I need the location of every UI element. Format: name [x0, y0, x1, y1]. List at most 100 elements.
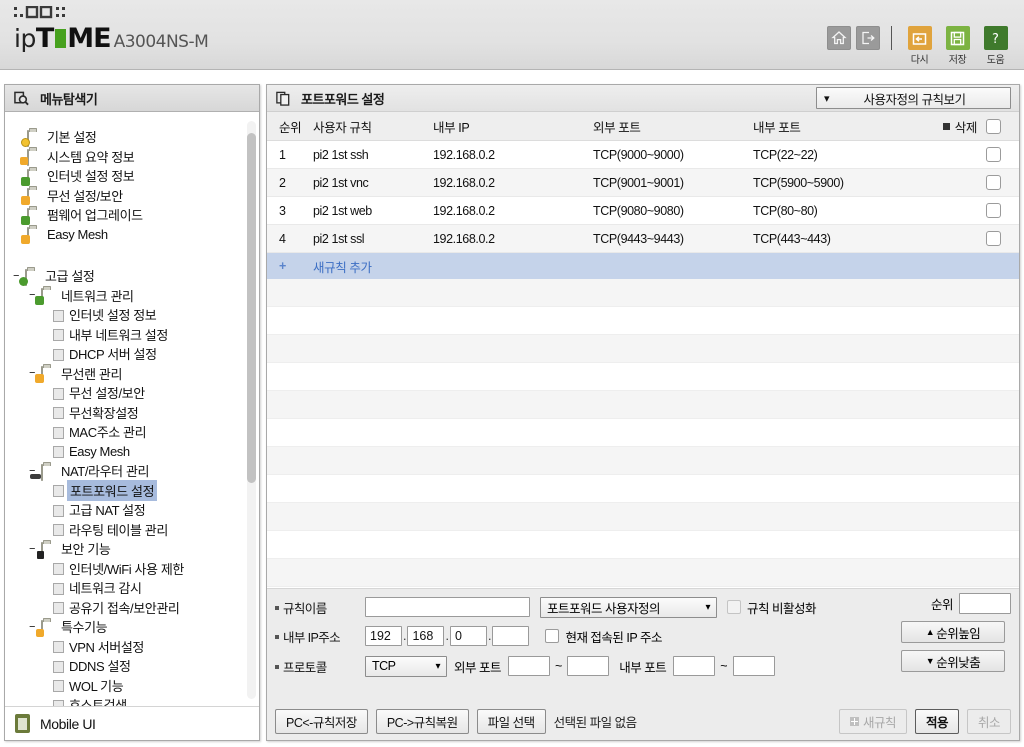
sidebar-item-wol[interactable]: WOL 기능 — [5, 676, 259, 696]
sidebar-scrollbar[interactable] — [247, 121, 256, 699]
cell-order: 4 — [279, 231, 286, 246]
table-row[interactable]: 2 pi2 1st vnc 192.168.0.2 TCP(9001~9001)… — [267, 169, 1019, 197]
sidebar-scrollbar-thumb[interactable] — [247, 133, 256, 483]
sidebar-item-routing-table[interactable]: 라우팅 테이블 관리 — [5, 520, 259, 540]
upload-icon — [21, 207, 42, 225]
sidebar-subgroup-wireless[interactable]: – 무선랜 관리 — [5, 364, 259, 384]
external-port-to[interactable] — [567, 656, 610, 676]
sidebar-subgroup-special[interactable]: – 특수기능 — [5, 617, 259, 637]
sidebar-item-vpn-server[interactable]: VPN 서버설정 — [5, 637, 259, 657]
sidebar-item-ddns[interactable]: DDNS 설정 — [5, 656, 259, 676]
table-row[interactable]: 4 pi2 1st ssl 192.168.0.2 TCP(9443~9443)… — [267, 225, 1019, 253]
internal-port-to[interactable] — [732, 656, 775, 676]
disable-rule-label: 규칙 비활성화 — [747, 601, 816, 616]
ip-octet-2[interactable] — [407, 626, 445, 646]
home-icon[interactable] — [827, 26, 851, 50]
internal-port-range-tilde: ~ — [720, 659, 728, 673]
sidebar-item-advanced-nat[interactable]: 고급 NAT 설정 — [5, 500, 259, 520]
plus-icon: + — [279, 259, 286, 273]
sidebar-item-label: 무선 설정/보안 — [69, 386, 145, 402]
sidebar-item-label: 인터넷/WiFi 사용 제한 — [69, 561, 184, 577]
sidebar-item-system-summary[interactable]: 시스템 요약 정보 — [5, 147, 259, 167]
file-select-button[interactable]: 파일 선택 — [476, 709, 546, 734]
sidebar-item-wireless-security-adv[interactable]: 무선 설정/보안 — [5, 383, 259, 403]
restore-rules-from-pc-button[interactable]: PC->규칙복원 — [375, 709, 469, 734]
new-rule-button[interactable]: 새규칙 — [838, 709, 907, 734]
sidebar-item-easy-mesh[interactable]: Easy Mesh — [5, 225, 259, 245]
cell-internal-ip: 192.168.0.2 — [433, 231, 495, 246]
sidebar-item-network-monitor[interactable]: 네트워크 감시 — [5, 578, 259, 598]
apply-button[interactable]: 적용 — [914, 709, 959, 734]
sidebar-group-basic[interactable]: 기본 설정 — [5, 127, 259, 147]
sidebar-item-label: 펌웨어 업그레이드 — [47, 208, 143, 224]
sidebar-subgroup-security[interactable]: – 보안 기능 — [5, 539, 259, 559]
protocol-select[interactable]: TCP ▾ — [365, 655, 447, 677]
mobile-ui-link[interactable]: Mobile UI — [5, 706, 259, 740]
column-header-rule-name: 사용자 규칙 — [313, 120, 372, 135]
sidebar-item-label: 라우팅 테이블 관리 — [69, 522, 168, 538]
row-delete-checkbox[interactable] — [986, 175, 1001, 190]
ip-octet-1[interactable] — [365, 626, 402, 646]
bullet-icon — [275, 635, 279, 639]
table-row[interactable]: 1 pi2 1st ssh 192.168.0.2 TCP(9000~9000)… — [267, 141, 1019, 169]
row-delete-checkbox[interactable] — [986, 203, 1001, 218]
sidebar-item-wireless-extension[interactable]: 무선확장설정 — [5, 403, 259, 423]
rule-name-input[interactable] — [365, 597, 530, 617]
chevron-down-icon: ▾ — [435, 660, 440, 672]
sidebar-item-internet-wifi-restriction[interactable]: 인터넷/WiFi 사용 제한 — [5, 559, 259, 579]
sidebar-item-wireless-security[interactable]: 무선 설정/보안 — [5, 186, 259, 206]
empty-row — [267, 279, 1019, 307]
preset-select[interactable]: 포트포워드 사용자정의 ▾ — [540, 596, 717, 618]
main-panel: 포트포워드 설정 ▾ 사용자정의 규칙보기 순위 사용자 규칙 내부 IP 외부… — [266, 84, 1020, 741]
sidebar-subgroup-network[interactable]: – 네트워크 관리 — [5, 286, 259, 306]
ip-dot: . — [403, 629, 407, 643]
add-new-rule-row[interactable]: + 새규칙 추가 — [267, 253, 1019, 279]
table-row[interactable]: 3 pi2 1st web 192.168.0.2 TCP(9080~9080)… — [267, 197, 1019, 225]
sidebar-item-internal-network[interactable]: 내부 네트워크 설정 — [5, 325, 259, 345]
sidebar-item-firmware-upgrade[interactable]: 펌웨어 업그레이드 — [5, 205, 259, 225]
current-ip-group[interactable]: 현재 접속된 IP 주소 — [545, 627, 662, 646]
sidebar-title: 메뉴탐색기 — [40, 91, 98, 107]
cancel-button[interactable]: 취소 — [966, 709, 1011, 734]
add-new-rule-label: 새규칙 추가 — [313, 260, 372, 275]
order-input[interactable] — [959, 593, 1011, 614]
sidebar-item-mac-address[interactable]: MAC주소 관리 — [5, 422, 259, 442]
sidebar-item-easy-mesh-adv[interactable]: Easy Mesh — [5, 442, 259, 462]
sidebar-item-label: 포트포워드 설정 — [67, 479, 158, 501]
sidebar-tree-scroll[interactable]: 기본 설정 시스템 요약 정보 인터넷 설정 정보 무선 설정/보안 펌웨어 업… — [5, 113, 259, 707]
internal-port-from[interactable] — [673, 656, 716, 676]
select-all-checkbox[interactable] — [986, 118, 1001, 134]
save-button[interactable]: 저장 — [941, 26, 974, 66]
order-down-button[interactable]: ▼ 순위낮춤 — [901, 650, 1005, 672]
sidebar-item-internet-info-adv[interactable]: 인터넷 설정 정보 — [5, 305, 259, 325]
restart-label: 다시 — [910, 55, 929, 66]
save-rules-to-pc-button[interactable]: PC<-규칙저장 — [275, 709, 368, 734]
sidebar-item-port-forward[interactable]: 포트포워드 설정 — [5, 479, 259, 501]
page-icon — [53, 309, 64, 322]
cell-external-port: TCP(9443~9443) — [593, 231, 684, 246]
ip-octet-4[interactable] — [492, 626, 530, 646]
sidebar-subgroup-nat[interactable]: – NAT/라우터 관리 — [5, 461, 259, 481]
cell-rule-name: pi2 1st vnc — [313, 175, 369, 190]
row-delete-checkbox[interactable] — [986, 231, 1001, 246]
ip-octet-3[interactable] — [449, 626, 487, 646]
external-port-from[interactable] — [507, 656, 550, 676]
current-ip-checkbox[interactable] — [545, 629, 560, 643]
sidebar-item-dhcp-server[interactable]: DHCP 서버 설정 — [5, 344, 259, 364]
disable-rule-group[interactable]: 규칙 비활성화 — [727, 598, 816, 617]
rule-view-select[interactable]: ▾ 사용자정의 규칙보기 — [816, 87, 1011, 109]
rule-view-select-value: 사용자정의 규칙보기 — [863, 92, 966, 107]
sidebar-item-internet-info[interactable]: 인터넷 설정 정보 — [5, 166, 259, 186]
disable-rule-checkbox[interactable] — [727, 600, 741, 614]
sidebar-item-router-access-security[interactable]: 공유기 접속/보안관리 — [5, 598, 259, 618]
logout-icon[interactable] — [856, 26, 880, 50]
expander-toggle[interactable]: – — [27, 542, 37, 555]
sidebar-group-advanced[interactable]: – 고급 설정 — [5, 266, 259, 286]
row-delete-checkbox[interactable] — [986, 147, 1001, 162]
restart-button[interactable]: 다시 — [903, 26, 936, 66]
wifi-icon — [21, 227, 42, 245]
page-icon — [53, 426, 64, 439]
order-up-button[interactable]: ▲ 순위높임 — [901, 621, 1005, 643]
protocol-label: 프로토콜 — [283, 660, 327, 675]
help-button[interactable]: ? 도움 — [979, 26, 1012, 66]
